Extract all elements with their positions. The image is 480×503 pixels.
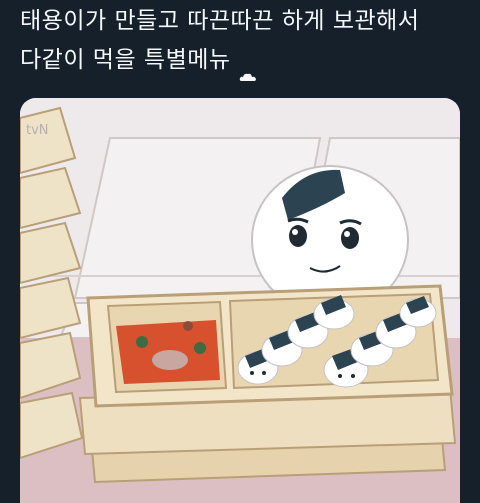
tweet-text-line-2-text: 다같이 먹을 특별메뉴 — [20, 47, 231, 73]
tweet-text-line-1: 태용이가 만들고 따끈따끈 하게 보관해서 — [20, 8, 420, 34]
tweet-media-image[interactable]: tvN — [20, 98, 460, 503]
tweet-text: 태용이가 만들고 따끈따끈 하게 보관해서 다같이 먹을 특별메뉴 — [20, 2, 470, 81]
cartoon-illustration: tvN — [20, 98, 460, 503]
watermark-text: tvN — [26, 123, 49, 138]
tweet-text-line-2: 다같이 먹을 특별메뉴 — [20, 41, 470, 81]
cloud-icon — [239, 56, 257, 81]
